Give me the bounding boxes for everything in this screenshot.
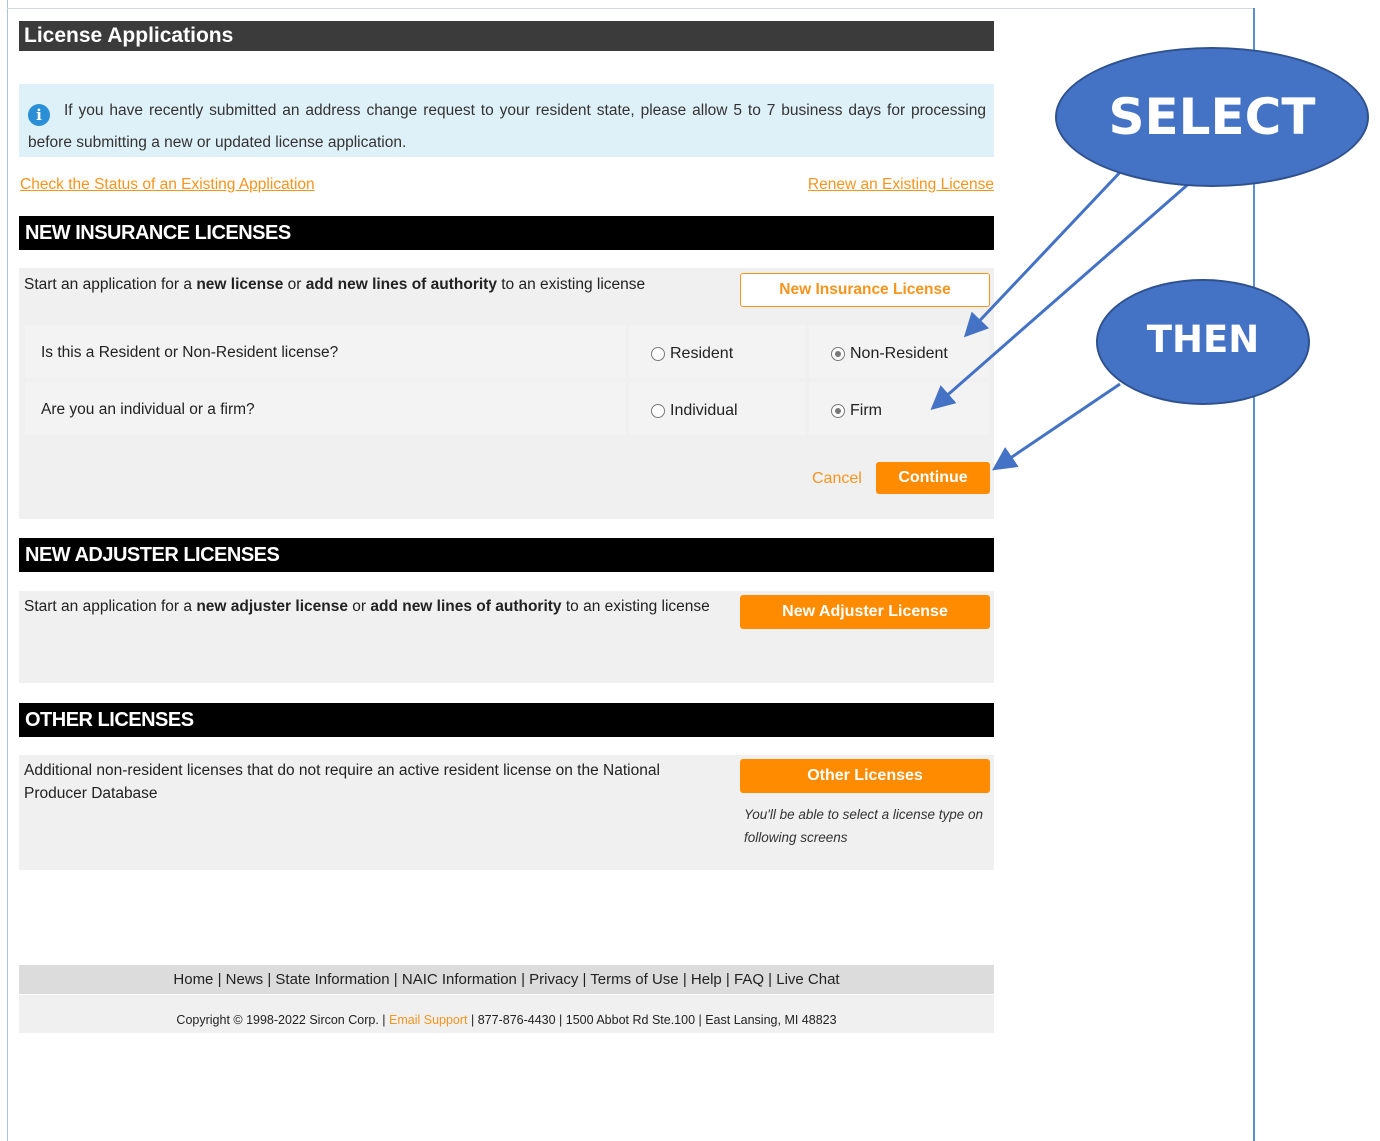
insurance-panel: Start an application for a new license o… <box>19 268 994 519</box>
radio-circle-checked[interactable] <box>831 347 845 361</box>
question-entity: Are you an individual or a firm? <box>41 401 255 418</box>
question-residency: Is this a Resident or Non-Resident licen… <box>41 344 339 361</box>
footer-link-help[interactable]: Help <box>691 971 722 988</box>
adjuster-description: Start an application for a new adjuster … <box>24 598 710 615</box>
new-adjuster-license-button[interactable]: New Adjuster License <box>740 595 990 629</box>
new-insurance-license-button[interactable]: New Insurance License <box>740 273 990 307</box>
info-notice: i If you have recently submitted an addre… <box>19 84 994 157</box>
footer-nav: Home | News | State Information | NAIC I… <box>19 965 994 994</box>
select-callout: SELECT <box>1055 47 1369 187</box>
footer-link-state-information[interactable]: State Information <box>275 971 389 988</box>
insurance-section-heading: NEW INSURANCE LICENSES <box>19 216 994 250</box>
other-section-heading: OTHER LICENSES <box>19 703 994 737</box>
question-row-residency: Is this a Resident or Non-Resident licen… <box>25 325 989 378</box>
notice-text: If you have recently submitted an addres… <box>28 102 986 151</box>
radio-firm[interactable]: Firm <box>831 402 882 420</box>
footer-copyright: Copyright © 1998-2022 Sircon Corp. | Ema… <box>19 995 994 1033</box>
copyright-text: Copyright © 1998-2022 Sircon Corp. <box>176 1013 379 1027</box>
radio-circle[interactable] <box>651 347 665 361</box>
radio-resident[interactable]: Resident <box>651 345 733 363</box>
footer-link-naic-information[interactable]: NAIC Information <box>402 971 517 988</box>
page-title: License Applications <box>19 21 994 51</box>
footer-link-live-chat[interactable]: Live Chat <box>776 971 839 988</box>
page-frame-left <box>7 0 8 1141</box>
info-icon: i <box>28 104 50 126</box>
radio-non-resident[interactable]: Non-Resident <box>831 345 948 363</box>
other-licenses-button[interactable]: Other Licenses <box>740 759 990 793</box>
arrow-to-continue <box>992 382 1121 471</box>
radio-circle-checked[interactable] <box>831 404 845 418</box>
adjuster-section-heading: NEW ADJUSTER LICENSES <box>19 538 994 572</box>
other-licenses-note: You'll be able to select a license type … <box>744 807 983 845</box>
then-callout: THEN <box>1096 279 1310 405</box>
footer-link-news[interactable]: News <box>226 971 264 988</box>
other-panel: Additional non-resident licenses that do… <box>19 755 994 870</box>
renew-license-link[interactable]: Renew an Existing License <box>808 176 994 194</box>
footer-link-privacy[interactable]: Privacy <box>529 971 578 988</box>
contact-info: 877-876-4430 | 1500 Abbot Rd Ste.100 | E… <box>477 1013 837 1027</box>
insurance-description: Start an application for a new license o… <box>24 276 646 293</box>
adjuster-panel: Start an application for a new adjuster … <box>19 591 994 683</box>
other-description: Additional non-resident licenses that do… <box>24 762 660 802</box>
footer-link-terms[interactable]: Terms of Use <box>590 971 678 988</box>
radio-individual[interactable]: Individual <box>651 402 738 420</box>
question-row-entity: Are you an individual or a firm? Individ… <box>25 382 989 435</box>
footer-link-home[interactable]: Home <box>173 971 213 988</box>
continue-button[interactable]: Continue <box>876 462 990 494</box>
radio-circle[interactable] <box>651 404 665 418</box>
license-questions: Is this a Resident or Non-Resident licen… <box>25 325 989 439</box>
page-frame-top <box>7 8 1255 9</box>
footer-link-faq[interactable]: FAQ <box>734 971 764 988</box>
email-support-link[interactable]: Email Support <box>389 1013 468 1027</box>
cancel-link[interactable]: Cancel <box>812 470 862 488</box>
check-status-link[interactable]: Check the Status of an Existing Applicat… <box>20 176 315 194</box>
